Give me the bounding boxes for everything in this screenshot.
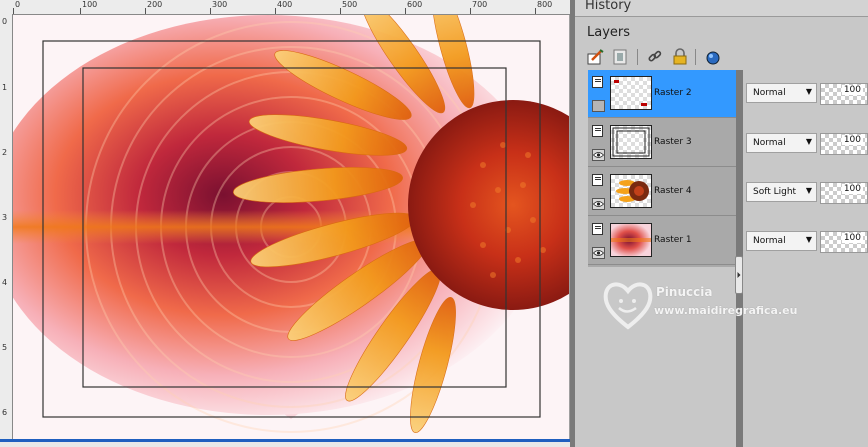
eye-icon[interactable] — [592, 198, 605, 210]
ruler-label: 1 — [2, 83, 8, 92]
layer-name: Raster 2 — [654, 88, 692, 98]
layer-properties-icon[interactable] — [703, 47, 723, 67]
ruler-label: 2 — [2, 148, 8, 157]
ruler-label: 0 — [2, 17, 8, 26]
layer-thumbnail — [610, 223, 652, 257]
blend-mode-value: Normal — [753, 138, 786, 148]
blend-mode-value: Normal — [753, 236, 786, 246]
chevron-down-icon: ▼ — [805, 137, 812, 146]
visibility-toggle[interactable] — [592, 100, 605, 112]
layer-thumbnail — [610, 76, 652, 110]
opacity-value: 100 — [841, 233, 863, 243]
new-mask-layer-icon[interactable] — [610, 47, 630, 67]
new-raster-layer-icon[interactable] — [585, 47, 605, 67]
artwork — [13, 15, 569, 439]
opacity-value: 100 — [841, 135, 863, 145]
layer-type-icon — [592, 174, 603, 186]
layer-type-icon — [592, 223, 603, 235]
ruler-label: 5 — [2, 343, 8, 352]
link-icon[interactable] — [645, 47, 665, 67]
layer-row-raster-2[interactable]: Raster 2 — [588, 70, 736, 118]
opacity-field[interactable]: 100 — [820, 231, 868, 253]
opacity-field[interactable]: 100 — [820, 182, 868, 204]
opacity-field[interactable]: 100 — [820, 83, 868, 105]
document-image[interactable] — [13, 15, 569, 439]
chevron-down-icon: ▼ — [805, 235, 812, 244]
blend-mode-value: Normal — [753, 88, 786, 98]
chevron-down-icon: ▼ — [805, 87, 812, 96]
opacity-value: 100 — [841, 184, 863, 194]
layer-type-icon — [592, 125, 603, 137]
layer-thumbnail — [610, 125, 652, 159]
watermark: Pinuccia www.maidiregrafica.eu — [600, 277, 830, 337]
ruler-label: 6 — [2, 408, 8, 417]
layer-type-icon — [592, 76, 603, 88]
layers-title: Layers — [587, 25, 631, 40]
blend-mode-select[interactable]: Normal ▼ — [746, 231, 817, 251]
toolbar-separator — [695, 49, 696, 65]
layer-thumbnail — [610, 174, 652, 208]
ruler-ticks — [13, 8, 536, 14]
layer-list: Raster 2 Raster 3 Raster 4 Raster 1 — [588, 70, 736, 267]
layer-list-splitter[interactable] — [735, 70, 743, 447]
blend-mode-value: Soft Light — [753, 187, 797, 197]
lock-icon[interactable] — [670, 47, 690, 67]
ruler-label: 4 — [2, 278, 8, 287]
blend-mode-select[interactable]: Normal ▼ — [746, 133, 817, 153]
ruler-label: 3 — [2, 213, 8, 222]
watermark-url: www.maidiregrafica.eu — [654, 304, 798, 317]
layer-row-raster-4[interactable]: Raster 4 — [588, 168, 736, 216]
horizontal-scrollbar[interactable] — [0, 439, 570, 447]
layer-row-raster-3[interactable]: Raster 3 — [588, 119, 736, 167]
blend-mode-select[interactable]: Normal ▼ — [746, 83, 817, 103]
canvas-area[interactable]: 0 100 200 300 400 500 600 700 800 0 1 2 … — [0, 0, 570, 447]
heart-logo-icon — [603, 282, 653, 330]
opacity-value: 100 — [841, 85, 863, 95]
layer-name: Raster 3 — [654, 137, 692, 147]
vertical-ruler: 0 1 2 3 4 5 6 — [0, 14, 13, 447]
history-palette-header[interactable]: History — [575, 0, 868, 17]
layer-row-raster-1[interactable]: Raster 1 — [588, 217, 736, 265]
watermark-name: Pinuccia — [656, 285, 713, 299]
blend-mode-select[interactable]: Soft Light ▼ — [746, 182, 817, 202]
opacity-field[interactable]: 100 — [820, 133, 868, 155]
layer-name: Raster 1 — [654, 235, 692, 245]
right-panel: History Layers Raster 2 Raster 3 Raster … — [575, 0, 868, 447]
toolbar-separator — [637, 49, 638, 65]
history-title: History — [585, 0, 632, 13]
chevron-down-icon: ▼ — [805, 186, 812, 195]
eye-icon[interactable] — [592, 247, 605, 259]
eye-icon[interactable] — [592, 149, 605, 161]
horizontal-ruler: 0 100 200 300 400 500 600 700 800 — [0, 0, 570, 15]
layer-name: Raster 4 — [654, 186, 692, 196]
